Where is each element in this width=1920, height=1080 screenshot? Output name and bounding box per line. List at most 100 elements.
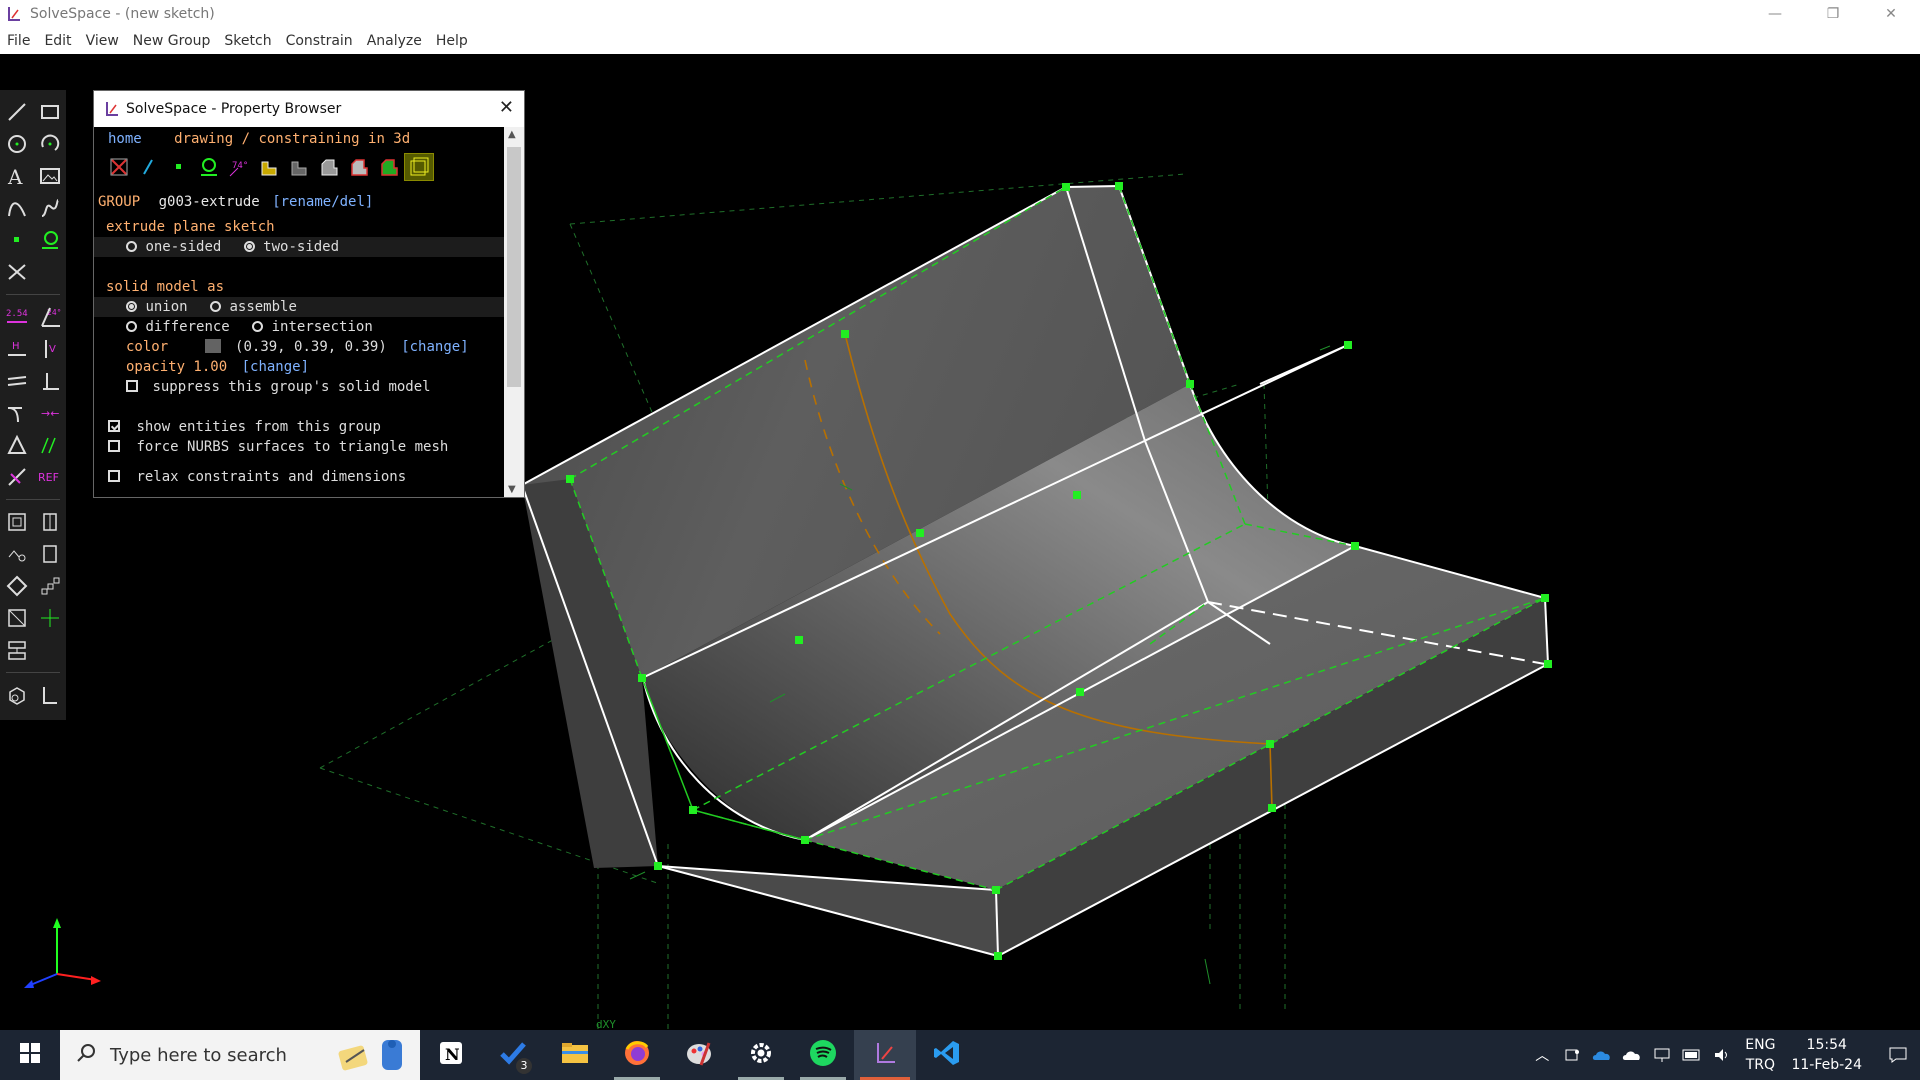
taskbar-spotify[interactable] (792, 1030, 854, 1080)
taskbar-paint[interactable] (668, 1030, 730, 1080)
step-rotate-icon[interactable] (4, 573, 30, 599)
3d-viewport[interactable]: dXY A 2.54 24° H V →← REF SolveSpace - P… (0, 54, 1920, 1030)
menu-help[interactable]: Help (429, 33, 475, 49)
property-browser-titlebar[interactable]: SolveSpace - Property Browser ✕ (94, 91, 524, 127)
new-group-icon[interactable] (4, 682, 30, 708)
vertical-icon[interactable]: V (37, 336, 63, 362)
suppress-checkbox[interactable] (126, 380, 138, 392)
change-opacity-link[interactable]: [change] (242, 359, 309, 375)
force-nurbs-checkbox[interactable] (108, 440, 120, 452)
menu-view[interactable]: View (79, 33, 126, 49)
group-revolve-icon[interactable] (4, 541, 30, 567)
show-normals-icon[interactable] (134, 153, 164, 181)
show-hidden-lines-icon[interactable] (404, 153, 434, 181)
home-link[interactable]: home (108, 131, 142, 147)
scroll-thumb[interactable] (507, 147, 521, 387)
step-translate-icon[interactable] (37, 573, 63, 599)
image-icon[interactable] (37, 163, 63, 189)
axis-gizmo[interactable] (24, 918, 101, 988)
trim-icon[interactable] (4, 259, 30, 285)
two-sided-radio[interactable]: two-sided (243, 239, 339, 255)
tangent-icon[interactable] (4, 400, 30, 426)
change-color-link[interactable]: [change] (401, 339, 468, 355)
equal-icon[interactable]: →← (37, 400, 63, 426)
union-radio[interactable]: union (126, 299, 188, 315)
group-extrude-icon[interactable] (4, 509, 30, 535)
close-button[interactable]: ✕ (1862, 0, 1920, 28)
angle-icon[interactable]: 24° (37, 304, 63, 330)
reference-lines-icon[interactable] (37, 432, 63, 458)
symmetric-icon[interactable] (4, 432, 30, 458)
show-entities-row[interactable]: show entities from this group (94, 417, 504, 437)
horizontal-icon[interactable]: H (4, 336, 30, 362)
point-icon[interactable] (4, 227, 30, 253)
spline-icon[interactable] (37, 195, 63, 221)
onedrive-icon[interactable] (1587, 1048, 1617, 1062)
volume-icon[interactable] (1707, 1047, 1737, 1063)
sketch-workplane-icon[interactable] (4, 605, 30, 631)
minimize-button[interactable]: — (1746, 0, 1804, 28)
distance-icon[interactable]: 2.54 (4, 304, 30, 330)
sketch-3d-icon[interactable] (37, 605, 63, 631)
network-icon[interactable] (1647, 1047, 1677, 1063)
rectangle-icon[interactable] (37, 99, 63, 125)
parallel-icon[interactable] (4, 368, 30, 394)
scroll-down-icon[interactable]: ▼ (508, 484, 516, 495)
assemble-radio[interactable]: assemble (210, 299, 297, 315)
force-nurbs-row[interactable]: force NURBS surfaces to triangle mesh (94, 437, 504, 457)
one-sided-radio[interactable]: one-sided (126, 239, 221, 255)
input-language[interactable]: ENG TRQ (1745, 1035, 1775, 1075)
circle-icon[interactable] (4, 131, 30, 157)
suppress-row[interactable]: suppress this group's solid model (94, 377, 504, 397)
assembly-icon[interactable] (4, 637, 30, 663)
relax-row[interactable]: relax constraints and dimensions (94, 467, 504, 487)
sheet-icon[interactable] (37, 682, 63, 708)
show-constraints-icon[interactable]: 74° (224, 153, 254, 181)
line-icon[interactable] (4, 99, 30, 125)
taskbar-notion[interactable]: N (420, 1030, 482, 1080)
restore-button[interactable]: ❐ (1804, 0, 1862, 28)
teams-icon[interactable] (1557, 1047, 1587, 1063)
reference-icon[interactable]: REF (37, 464, 63, 490)
show-outlines-icon[interactable] (344, 153, 374, 181)
relax-checkbox[interactable] (108, 470, 120, 482)
show-mesh-icon[interactable] (374, 153, 404, 181)
property-browser-scrollbar[interactable]: ▲ ▼ (504, 127, 524, 497)
intersection-radio[interactable]: intersection (252, 319, 373, 335)
show-edges-icon[interactable] (314, 153, 344, 181)
cloud-icon[interactable] (1617, 1048, 1647, 1062)
menu-file[interactable]: File (0, 33, 37, 49)
taskbar-settings[interactable] (730, 1030, 792, 1080)
rename-delete-link[interactable]: [rename/del] (272, 194, 373, 210)
menu-sketch[interactable]: Sketch (217, 33, 278, 49)
chevron-up-icon[interactable]: ︿ (1527, 1045, 1557, 1065)
clock[interactable]: 15:54 11-Feb-24 (1791, 1035, 1862, 1075)
notification-icon[interactable] (1876, 1046, 1920, 1064)
difference-radio[interactable]: difference (126, 319, 230, 335)
show-workplanes-icon[interactable] (104, 153, 134, 181)
close-icon[interactable]: ✕ (499, 97, 514, 118)
show-entities-checkbox[interactable] (108, 420, 120, 432)
construction-icon[interactable] (4, 464, 30, 490)
taskbar-firefox[interactable] (606, 1030, 668, 1080)
text-icon[interactable]: A (4, 163, 30, 189)
menu-new-group[interactable]: New Group (126, 33, 218, 49)
taskbar-search-box[interactable]: Type here to search (60, 1030, 420, 1080)
group-helix-icon[interactable] (37, 541, 63, 567)
show-shaded-icon[interactable] (284, 153, 314, 181)
show-points-icon[interactable] (164, 153, 194, 181)
menu-edit[interactable]: Edit (37, 33, 78, 49)
arc-icon[interactable] (37, 131, 63, 157)
battery-icon[interactable] (1677, 1049, 1707, 1061)
group-lathe-icon[interactable] (37, 509, 63, 535)
taskbar-vscode[interactable] (916, 1030, 978, 1080)
menu-constrain[interactable]: Constrain (279, 33, 360, 49)
start-button[interactable] (0, 1030, 60, 1080)
perpendicular-icon[interactable] (37, 368, 63, 394)
menu-analyze[interactable]: Analyze (360, 33, 429, 49)
taskbar-todo[interactable]: 3 (482, 1030, 544, 1080)
show-constructions-icon[interactable] (194, 153, 224, 181)
show-faces-icon[interactable] (254, 153, 284, 181)
workplane-icon[interactable] (37, 227, 63, 253)
taskbar-file-explorer[interactable] (544, 1030, 606, 1080)
